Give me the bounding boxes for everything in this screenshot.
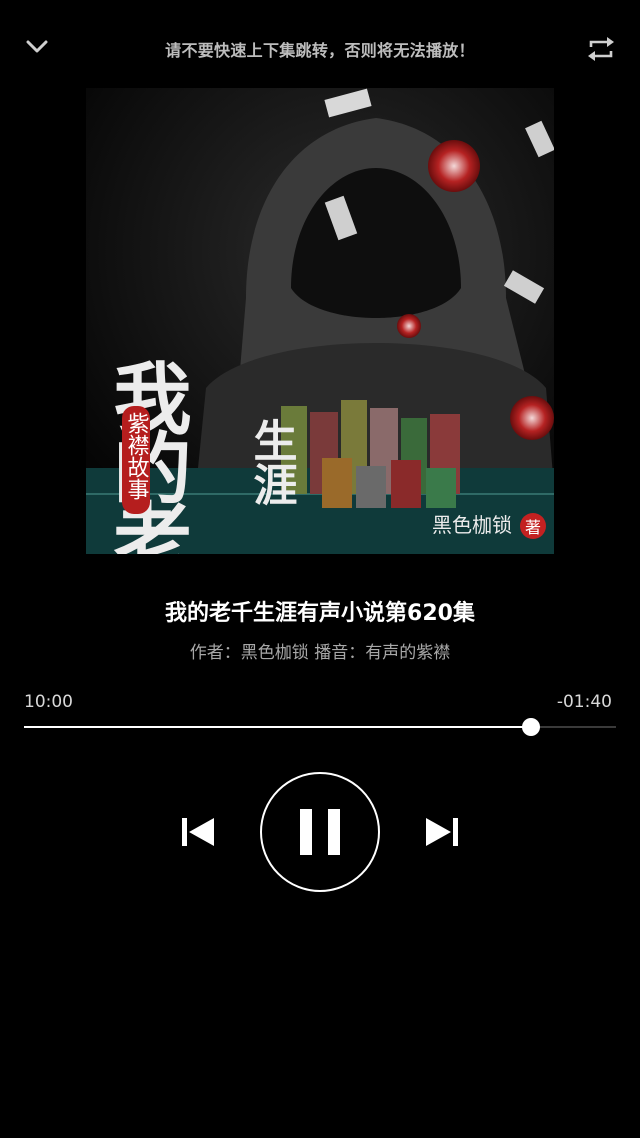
- track-title: 我的老千生涯有声小说第620集: [165, 601, 475, 626]
- elapsed-time: 10:00: [24, 692, 73, 712]
- playback-controls: [0, 772, 640, 892]
- cover-title-2: 生涯: [246, 418, 298, 506]
- cover-badge: 紫襟故事: [124, 412, 150, 500]
- previous-button[interactable]: [178, 812, 218, 852]
- next-button[interactable]: [422, 812, 462, 852]
- chevron-down-icon: [26, 40, 48, 53]
- warning-banner: 请不要快速上下集跳转，否则将无法播放！: [165, 41, 475, 60]
- cover-author: 黑色枷锁: [432, 513, 512, 537]
- repeat-icon: [588, 37, 614, 61]
- repeat-button[interactable]: [582, 30, 620, 68]
- pause-button[interactable]: [260, 772, 380, 892]
- track-credits: 作者：黑色枷锁 播音：有声的紫襟: [189, 643, 451, 663]
- album-cover: 我的老千 生涯 紫襟故事 黑色枷锁 著: [86, 88, 554, 554]
- skip-next-icon: [426, 818, 458, 846]
- top-bar: 请不要快速上下集跳转，否则将无法播放！: [0, 0, 640, 96]
- collapse-button[interactable]: [20, 32, 54, 62]
- cover-stamp: 著: [525, 518, 541, 537]
- progress-fill: [24, 726, 532, 728]
- skip-previous-icon: [182, 818, 214, 846]
- progress-bar[interactable]: [24, 718, 616, 736]
- progress-thumb[interactable]: [522, 718, 541, 736]
- remaining-time: -01:40: [556, 692, 612, 712]
- pause-icon: [300, 809, 340, 855]
